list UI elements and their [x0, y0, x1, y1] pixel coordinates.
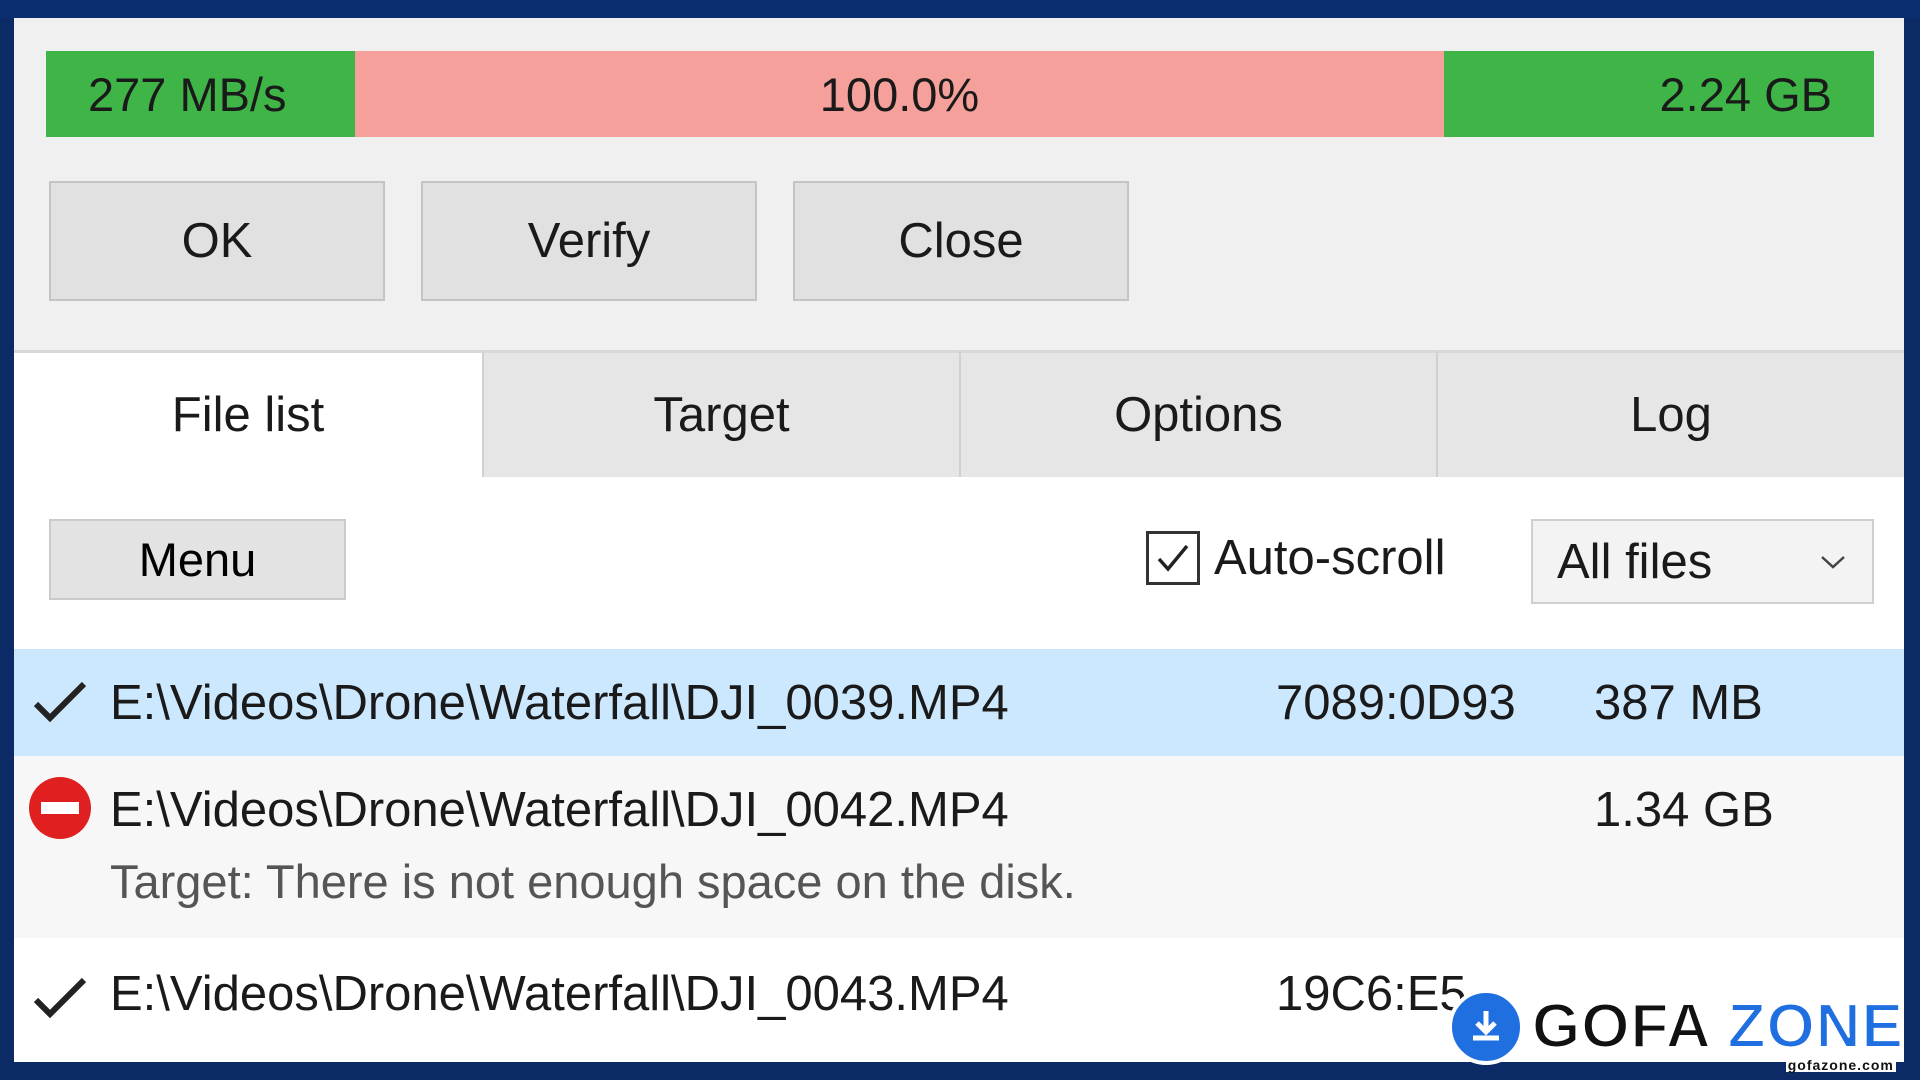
tab-file-list[interactable]: File list [14, 350, 482, 477]
file-hash: 19C6:E5 [1276, 967, 1467, 1021]
tab-bar: File list Target Options Log [14, 350, 1904, 477]
auto-scroll-label: Auto-scroll [1214, 531, 1446, 585]
file-size: 387 MB [1594, 676, 1763, 730]
file-filter-select[interactable]: All files [1531, 519, 1874, 604]
background-frame [0, 0, 1920, 18]
tab-log[interactable]: Log [1436, 350, 1904, 477]
watermark-brand: GOFA ZONE gofazone.com [1531, 992, 1904, 1073]
checkmark-icon [28, 966, 92, 1030]
auto-scroll-checkbox[interactable] [1146, 531, 1200, 585]
file-size: 1.34 GB [1594, 783, 1774, 837]
file-row[interactable]: E:\Videos\Drone\Waterfall\DJI_0042.MP4 1… [14, 756, 1904, 938]
checkmark-icon [28, 670, 92, 734]
tab-target[interactable]: Target [482, 350, 959, 477]
verify-button[interactable]: Verify [421, 181, 757, 301]
menu-button[interactable]: Menu [49, 519, 346, 600]
file-list-panel: Menu Auto-scroll All files E:\Videos\Dro… [14, 477, 1904, 1062]
copy-dialog-window: 277 MB/s 100.0% 2.24 GB OK Verify Close … [14, 18, 1904, 1062]
auto-scroll-toggle[interactable]: Auto-scroll [1146, 528, 1445, 588]
progress-percent: 100.0% [355, 51, 1444, 137]
watermark-url: gofazone.com [1785, 1057, 1896, 1073]
file-path: E:\Videos\Drone\Waterfall\DJI_0043.MP4 [110, 967, 1009, 1021]
download-icon [1448, 989, 1524, 1065]
tab-options[interactable]: Options [959, 350, 1436, 477]
file-row[interactable]: E:\Videos\Drone\Waterfall\DJI_0039.MP4 7… [14, 649, 1904, 756]
file-filter-value: All files [1557, 534, 1713, 589]
close-button[interactable]: Close [793, 181, 1129, 301]
error-message: Target: There is not enough space on the… [110, 855, 1076, 908]
error-icon [28, 776, 92, 840]
chevron-down-icon [1821, 555, 1845, 569]
file-path: E:\Videos\Drone\Waterfall\DJI_0042.MP4 [110, 783, 1009, 837]
ok-button[interactable]: OK [49, 181, 385, 301]
checkmark-icon [1157, 544, 1189, 572]
watermark-logo: GOFA ZONE gofazone.com [1448, 985, 1908, 1073]
file-hash: 7089:0D93 [1276, 676, 1516, 730]
progress-bar: 277 MB/s 100.0% 2.24 GB [46, 51, 1874, 137]
transferred-size: 2.24 GB [1444, 51, 1874, 137]
transfer-speed: 277 MB/s [46, 51, 355, 137]
file-path: E:\Videos\Drone\Waterfall\DJI_0039.MP4 [110, 676, 1009, 730]
